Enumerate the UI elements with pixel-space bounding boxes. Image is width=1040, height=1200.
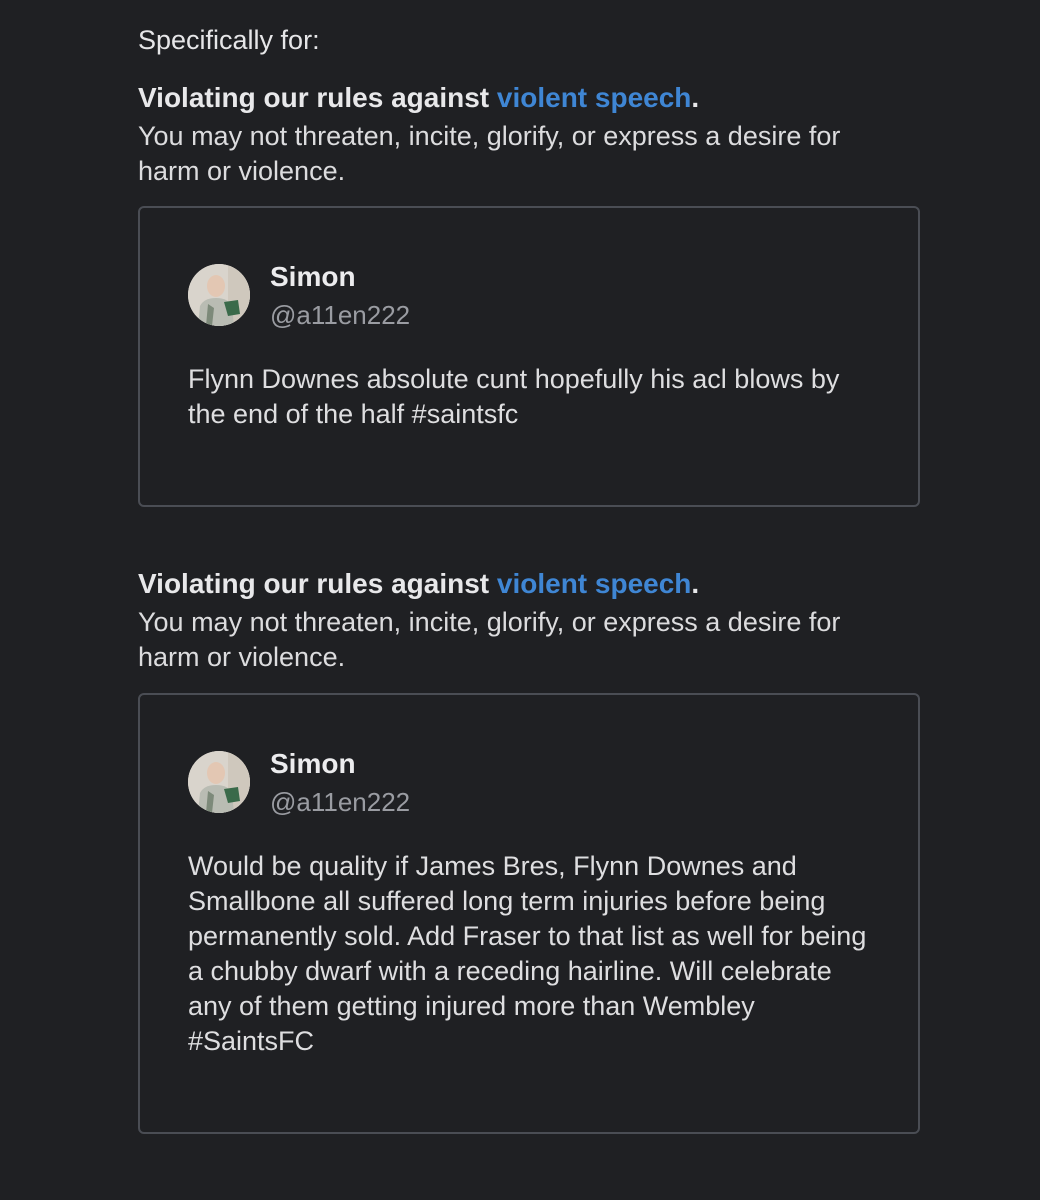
violent-speech-link[interactable]: violent speech — [497, 568, 692, 599]
reported-tweet-card[interactable]: Simon @a11en222 Would be quality if Jame… — [138, 693, 920, 1134]
tweet-author: Simon @a11en222 — [270, 260, 410, 332]
violation-heading: Violating our rules against violent spee… — [138, 80, 920, 116]
author-handle[interactable]: @a11en222 — [270, 298, 410, 332]
avatar-image-icon — [188, 751, 250, 813]
avatar[interactable] — [188, 751, 250, 813]
violation-heading: Violating our rules against violent spee… — [138, 566, 920, 602]
violation-heading-suffix: . — [691, 568, 700, 599]
author-handle[interactable]: @a11en222 — [270, 785, 410, 819]
author-name[interactable]: Simon — [270, 260, 410, 294]
violation-heading-prefix: Violating our rules against — [138, 82, 497, 113]
violation-heading-prefix: Violating our rules against — [138, 568, 497, 599]
violation-section: Violating our rules against violent spee… — [138, 566, 920, 675]
avatar-image-icon — [188, 264, 250, 326]
violation-description: You may not threaten, incite, glorify, o… — [138, 121, 841, 186]
tweet-author: Simon @a11en222 — [270, 747, 410, 819]
reported-tweet-card[interactable]: Simon @a11en222 Flynn Downes absolute cu… — [138, 206, 920, 507]
tweet-text: Flynn Downes absolute cunt hopefully his… — [188, 364, 840, 429]
violation-section: Violating our rules against violent spee… — [138, 80, 920, 189]
violation-description: You may not threaten, incite, glorify, o… — [138, 607, 841, 672]
intro-text: Specifically for: — [138, 25, 320, 55]
violation-heading-suffix: . — [691, 82, 700, 113]
tweet-text: Would be quality if James Bres, Flynn Do… — [188, 851, 867, 1056]
violent-speech-link[interactable]: violent speech — [497, 82, 692, 113]
author-name[interactable]: Simon — [270, 747, 410, 781]
avatar[interactable] — [188, 264, 250, 326]
